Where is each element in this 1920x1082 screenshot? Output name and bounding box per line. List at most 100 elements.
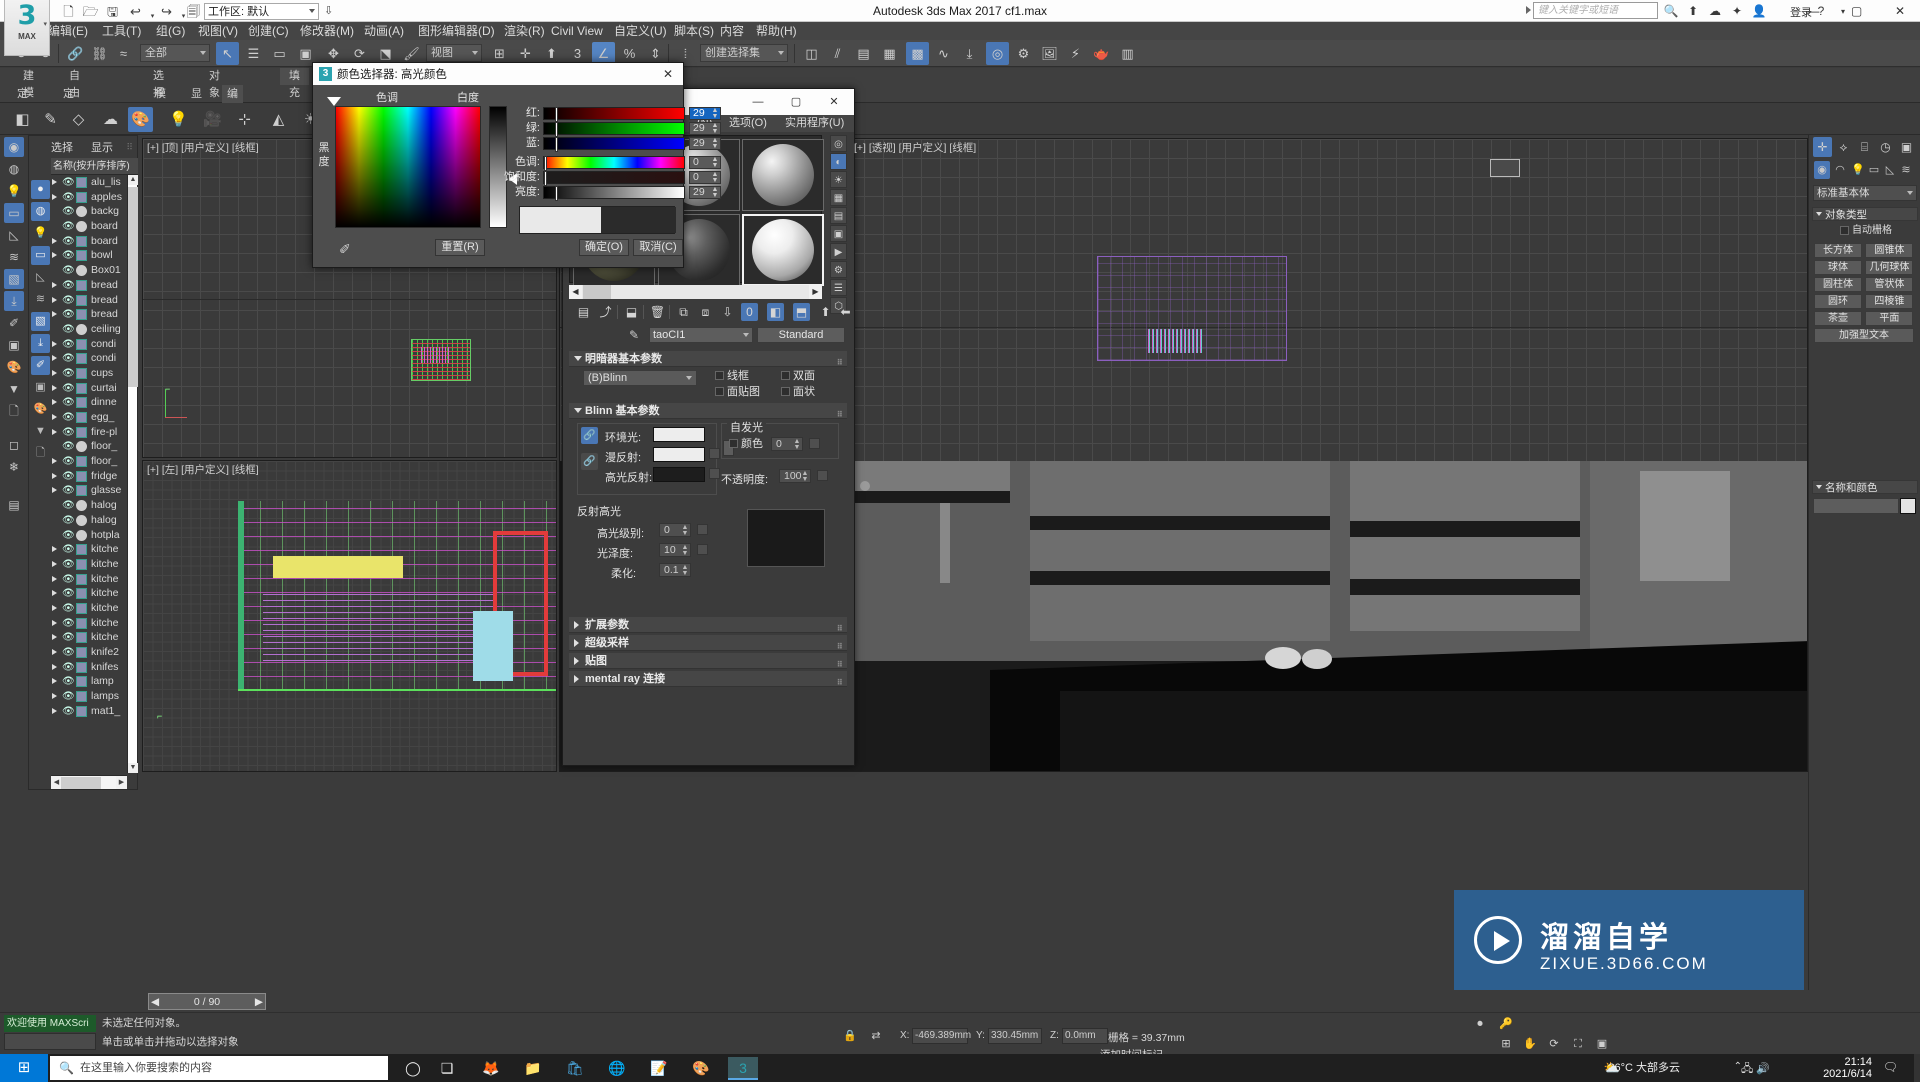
expand-icon[interactable] (52, 619, 57, 626)
saturation-spinner[interactable]: 0 ▲ ▼ (689, 171, 721, 184)
btn-teapot[interactable]: 茶壶 (1814, 311, 1862, 326)
list-item[interactable]: 👁 Box01 (51, 263, 127, 278)
list-item[interactable]: 👁 kitche (51, 616, 127, 631)
visibility-icon[interactable]: 👁 (62, 499, 75, 514)
visibility-icon[interactable]: 👁 (62, 661, 75, 676)
hue-spinner[interactable]: 0 ▲ ▼ (689, 156, 721, 169)
time-slider[interactable]: ◀ 0 / 90 ▶ (142, 992, 1808, 1012)
selfillum-color-row[interactable]: 颜色 (727, 437, 763, 451)
expand-icon[interactable] (52, 355, 57, 362)
twosided-row[interactable]: 双面 (779, 369, 815, 383)
mirror-icon[interactable]: ◫ (800, 42, 823, 65)
material-editor-icon[interactable]: ◎ (986, 42, 1009, 65)
ambient-color-swatch[interactable] (653, 427, 705, 442)
autogrid-checkbox[interactable] (1840, 226, 1849, 235)
render-in-cloud-icon[interactable]: ▥ (1116, 42, 1139, 65)
firefox-icon[interactable]: 🦊 (476, 1057, 506, 1080)
close-icon[interactable]: ✕ (655, 65, 681, 83)
schematic-view-icon[interactable]: ⤓ (958, 42, 981, 65)
get-material-button-icon[interactable]: ▤ (575, 303, 592, 321)
select-similar-strip-icon[interactable]: ◍ (4, 159, 24, 179)
visibility-icon[interactable]: 👁 (62, 690, 75, 705)
user-icon[interactable]: 👤 (1750, 3, 1768, 20)
category-geometry-icon[interactable]: ◉ (1814, 161, 1830, 179)
expand-icon[interactable] (52, 560, 57, 567)
menu-modifiers[interactable]: 修改器(M) (294, 22, 360, 40)
hue-saturation-field[interactable] (335, 106, 481, 228)
ok-button[interactable]: 确定(O) (579, 239, 629, 256)
visibility-icon[interactable]: 👁 (62, 631, 75, 646)
select-link-icon[interactable]: 🔗 (64, 42, 87, 65)
category-helpers-icon[interactable]: ◺ (1882, 161, 1898, 179)
material-name-field[interactable]: taoCI1 (649, 327, 753, 343)
set-key-icon[interactable]: 🔑 (1496, 1015, 1516, 1033)
bind-spacewarp-icon[interactable]: ≈ (112, 42, 135, 65)
visibility-icon[interactable]: 👁 (62, 205, 75, 220)
spacewarp-strip-icon[interactable]: ≋ (4, 247, 24, 267)
me-minimize-button[interactable]: — (740, 92, 776, 112)
layer-manager-icon[interactable]: ▤ (852, 42, 875, 65)
explorer-filter-materials-icon[interactable]: 🎨 (31, 400, 50, 419)
btn-box[interactable]: 长方体 (1814, 243, 1862, 258)
slider-thumb[interactable] (544, 156, 547, 171)
list-item[interactable]: 👁 halog (51, 498, 127, 513)
category-lights-icon[interactable]: 💡 (1850, 161, 1866, 179)
visibility-icon[interactable]: 👁 (62, 338, 75, 353)
geometry-type-combo[interactable]: 标准基本体 (1813, 185, 1917, 201)
ribbon-btn-define-flow[interactable]: 定义流 (12, 85, 33, 136)
ribbon-btn-display[interactable]: 显示 (186, 85, 207, 118)
tray-icons[interactable]: 🖧 🔊 (1741, 1060, 1770, 1079)
spinner-arrows-icon[interactable]: ▲ ▼ (711, 156, 719, 169)
select-filter-icon[interactable]: ◧ (10, 107, 35, 132)
explorer-filter-geometry-icon[interactable]: ◍ (31, 202, 50, 221)
make-unique-icon[interactable]: ⧈ (697, 303, 714, 321)
render-production-icon[interactable]: ⚡ (1064, 42, 1087, 65)
explorer-hscrollbar[interactable]: ◀ ▶ (51, 775, 127, 789)
btn-geosphere[interactable]: 几何球体 (1865, 260, 1914, 275)
search-input[interactable]: 键入关键字或短语 (1533, 2, 1658, 19)
expand-icon[interactable] (52, 678, 57, 685)
value-strip[interactable] (489, 106, 507, 228)
menu-animation[interactable]: 动画(A) (358, 22, 410, 40)
slider-thumb[interactable] (544, 171, 547, 186)
reset-map-icon[interactable]: 🗑 (649, 303, 666, 321)
visibility-icon[interactable]: 👁 (62, 382, 75, 397)
maxscript-input[interactable] (4, 1033, 96, 1050)
autogrid-row[interactable]: 自动栅格 (1838, 224, 1918, 238)
explorer-filter-groups-icon[interactable]: ⤓ (31, 334, 50, 353)
spinner-arrows-icon[interactable]: ▲ ▼ (711, 107, 719, 120)
list-item[interactable]: 👁 dinne (51, 395, 127, 410)
populate-paint-icon[interactable]: 🎨 (128, 107, 153, 132)
expand-icon[interactable] (52, 634, 57, 641)
hscroll-thumb[interactable] (61, 777, 101, 789)
open-file-icon[interactable]: 🗁 (82, 3, 99, 20)
red-spinner[interactable]: 29 ▲ ▼ (689, 107, 721, 120)
menu-group[interactable]: 组(G) (150, 22, 191, 40)
specular-map-button[interactable] (709, 468, 720, 479)
list-item[interactable]: 👁 egg_ (51, 410, 127, 425)
search-expand-icon[interactable] (1526, 6, 1531, 14)
select-object-icon[interactable]: ↖ (216, 42, 239, 65)
camera-strip-icon[interactable]: ▭ (4, 203, 24, 223)
expand-icon[interactable] (52, 604, 57, 611)
file-explorer-icon[interactable]: 📁 (518, 1057, 548, 1080)
material-slot-5-active[interactable] (742, 214, 824, 286)
visibility-icon[interactable]: 👁 (62, 352, 75, 367)
visibility-icon[interactable]: 👁 (62, 529, 75, 544)
spinner-arrows-icon[interactable]: ▲ ▼ (711, 137, 719, 150)
list-item[interactable]: 👁 cups (51, 366, 127, 381)
visibility-icon[interactable]: 👁 (62, 705, 75, 720)
visibility-icon[interactable]: 👁 (62, 455, 75, 470)
maximize-viewport-icon[interactable]: ▣ (1592, 1035, 1612, 1053)
visibility-icon[interactable]: 👁 (62, 484, 75, 499)
background-icon[interactable]: ▦ (830, 189, 847, 206)
tab-motion[interactable]: ◷ (1876, 137, 1895, 157)
visibility-icon[interactable]: 👁 (62, 176, 75, 191)
select-region-rect-icon[interactable]: ▭ (268, 42, 291, 65)
list-item[interactable]: 👁 kitche (51, 601, 127, 616)
task-view-icon[interactable]: ❏ (432, 1057, 462, 1080)
explorer-filter-cameras-icon[interactable]: ▭ (31, 246, 50, 265)
workspace-more-icon[interactable]: ⇩ (324, 4, 333, 17)
list-item[interactable]: 👁 floor_ (51, 454, 127, 469)
specular-color-swatch[interactable] (653, 467, 705, 482)
